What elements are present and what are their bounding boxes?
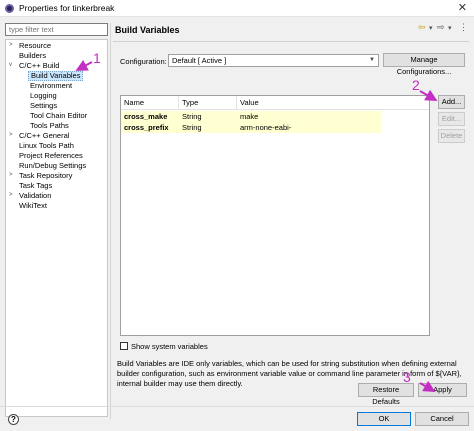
properties-dialog: > Resource Builders v C/C++ Build Build … <box>0 17 474 431</box>
close-icon[interactable]: ✕ <box>458 1 467 14</box>
title-bar: Properties for tinkerbreak ✕ <box>0 0 474 17</box>
annotation-arrow-1 <box>75 59 93 71</box>
annotation-arrow-3 <box>419 380 436 393</box>
annotation-arrow-2 <box>419 89 438 101</box>
annotation-arrows <box>75 59 438 393</box>
eclipse-icon <box>5 4 14 13</box>
window-title: Properties for tinkerbreak <box>19 3 115 13</box>
